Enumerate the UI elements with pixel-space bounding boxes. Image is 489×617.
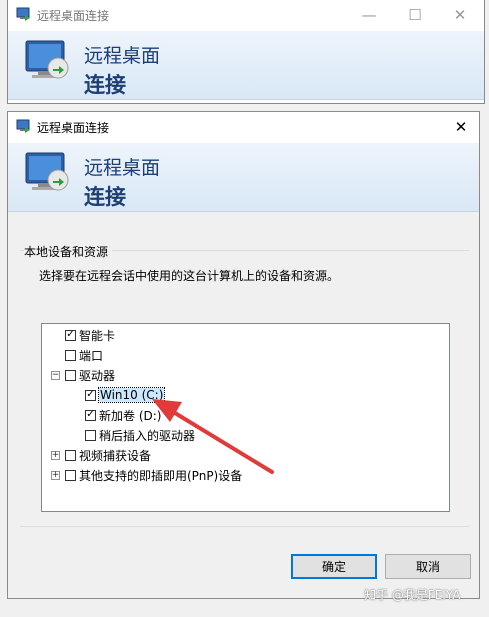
drive-c-checkbox[interactable]: ✓ xyxy=(85,389,96,401)
tree-item-drives[interactable]: − 驱动器 xyxy=(51,366,115,384)
later-drives-checkbox[interactable] xyxy=(85,429,96,441)
remote-desktop-app-icon xyxy=(16,7,30,21)
drive-d-label: 新加卷 (D:) xyxy=(99,408,162,423)
tree-item-ports[interactable]: 端口 xyxy=(65,346,103,364)
dialog-banner-title: 远程桌面 xyxy=(84,157,161,179)
background-banner-title: 远程桌面 xyxy=(84,45,161,67)
remote-desktop-logo-icon xyxy=(25,40,69,79)
background-window: 远程桌面连接 — ☐ ✕ 远程桌面 连接 xyxy=(7,0,485,104)
expand-icon[interactable]: + xyxy=(51,450,60,460)
dialog-title: 远程桌面连接 xyxy=(37,121,110,135)
smart-card-label: 智能卡 xyxy=(79,328,116,343)
later-drives-label: 稍后插入的驱动器 xyxy=(99,428,196,443)
background-window-title: 远程桌面连接 xyxy=(37,9,110,23)
tree-item-drive-c[interactable]: ✓ Win10 (C:) xyxy=(85,386,166,404)
drive-d-checkbox[interactable]: ✓ xyxy=(85,409,96,421)
collapse-icon[interactable]: − xyxy=(51,370,60,380)
watermark: 知乎 @我是FEIYA xyxy=(364,588,461,602)
remote-desktop-app-icon xyxy=(16,119,30,133)
maximize-button[interactable]: ☐ xyxy=(392,0,438,30)
drive-c-label: Win10 (C:) xyxy=(97,387,166,403)
options-dialog: 远程桌面连接 ✕ 远程桌面 连接 本地设备和资源 选择要在远程会话中使用的这台计… xyxy=(7,111,480,599)
pnp-devices-label: 其他支持的即插即用(PnP)设备 xyxy=(79,468,243,483)
ports-label: 端口 xyxy=(79,348,104,363)
cancel-button[interactable]: 取消 xyxy=(385,554,471,579)
dialog-banner-subtitle: 连接 xyxy=(84,185,126,209)
tree-item-later-drives[interactable]: 稍后插入的驱动器 xyxy=(85,426,195,444)
description-text: 选择要在远程会话中使用的这台计算机上的设备和资源。 xyxy=(39,269,340,283)
dialog-titlebar: 远程桌面连接 ✕ xyxy=(8,112,479,142)
ports-checkbox[interactable] xyxy=(65,349,76,361)
remote-desktop-logo-icon xyxy=(25,152,69,191)
dialog-banner: 远程桌面 连接 xyxy=(8,143,479,212)
tree-item-smart-card[interactable]: ✓ 智能卡 xyxy=(65,326,115,344)
video-capture-checkbox[interactable] xyxy=(65,449,76,461)
tree-item-pnp-devices[interactable]: + 其他支持的即插即用(PnP)设备 xyxy=(51,466,242,484)
background-banner-subtitle: 连接 xyxy=(84,73,126,97)
minimize-button[interactable]: — xyxy=(346,0,392,30)
tree-item-drive-d[interactable]: ✓ 新加卷 (D:) xyxy=(85,406,161,424)
background-banner: 远程桌面 连接 xyxy=(8,31,484,100)
drives-label: 驱动器 xyxy=(79,368,116,383)
device-tree[interactable]: ✓ 智能卡 端口 − 驱动器 ✓ Win10 (C:) ✓ 新加卷 (D:) 稍… xyxy=(41,323,450,512)
expand-icon[interactable]: + xyxy=(51,470,60,480)
drives-checkbox[interactable] xyxy=(65,369,76,381)
video-capture-label: 视频捕获设备 xyxy=(79,448,152,463)
dialog-close-button[interactable]: ✕ xyxy=(441,112,481,142)
close-button[interactable]: ✕ xyxy=(437,0,483,30)
pnp-devices-checkbox[interactable] xyxy=(65,469,76,481)
background-titlebar: 远程桌面连接 — ☐ ✕ xyxy=(8,0,484,30)
group-border-bottom xyxy=(20,526,469,527)
dialog-body: 本地设备和资源 选择要在远程会话中使用的这台计算机上的设备和资源。 ✓ 智能卡 … xyxy=(8,212,479,598)
tree-item-video-capture[interactable]: + 视频捕获设备 xyxy=(51,446,151,464)
smart-card-checkbox[interactable]: ✓ xyxy=(65,329,76,341)
group-label: 本地设备和资源 xyxy=(24,243,113,260)
ok-button[interactable]: 确定 xyxy=(291,554,377,579)
